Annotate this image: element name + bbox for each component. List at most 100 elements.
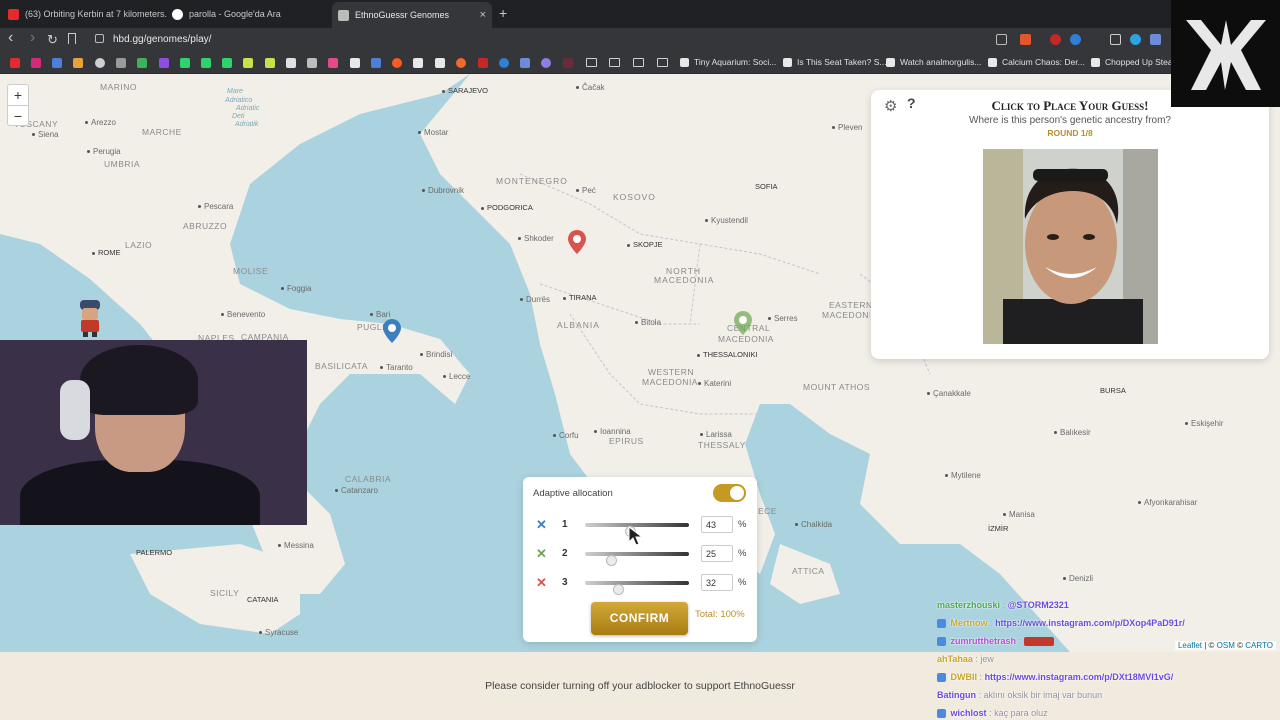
bookmark-icon[interactable] <box>350 58 360 68</box>
map-label: Dubrovnik <box>422 186 464 195</box>
allocation-input[interactable]: 32 <box>701 574 733 591</box>
bookmark-icon[interactable] <box>180 58 190 68</box>
chat-message: ahTahaa : jew <box>937 654 994 664</box>
extension-icon[interactable] <box>1050 34 1061 45</box>
slider-thumb[interactable] <box>613 584 625 595</box>
bookmark-icon[interactable] <box>499 58 509 68</box>
tab-youtube[interactable]: (63) Orbiting Kerbin at 7 kilometers. <box>8 3 168 25</box>
tab-ethnoguessr[interactable]: EthnoGuessr Genomes × <box>332 2 492 28</box>
bookmark-icon[interactable] <box>10 58 20 68</box>
bookmark-icon[interactable] <box>243 58 253 68</box>
bookmark-seat-taken[interactable]: Is This Seat Taken? S... <box>783 57 886 67</box>
brave-shield-icon[interactable] <box>1020 34 1031 45</box>
tab-google-search[interactable]: parolla - Google'da Ara <box>172 3 332 25</box>
bookmark-icon[interactable] <box>371 58 381 68</box>
allocation-input[interactable]: 25 <box>701 545 733 562</box>
bookmark-icon[interactable] <box>307 58 317 68</box>
folder-icon[interactable] <box>609 58 620 67</box>
bookmark-icon[interactable] <box>52 58 62 68</box>
adaptive-allocation-toggle[interactable] <box>713 484 746 502</box>
bookmark-icon[interactable] <box>73 58 83 68</box>
map-label: Syracuse <box>259 628 298 637</box>
guess-pin-2[interactable] <box>733 310 753 336</box>
bookmark-chopped-up[interactable]: Chopped Up Steam <box>1091 57 1180 67</box>
extension-icon[interactable] <box>1150 34 1161 45</box>
map-label: Çanakkale <box>927 389 971 398</box>
map-label: ROME <box>92 248 121 257</box>
allocation-row: ✕ 3 32 % <box>523 574 757 595</box>
zoom-in-button[interactable]: + <box>8 85 28 105</box>
bookmark-icon[interactable] <box>478 58 488 68</box>
map-label: THESSALY <box>698 440 746 450</box>
remove-guess-icon[interactable]: ✕ <box>536 575 547 591</box>
allocation-slider[interactable] <box>585 552 689 566</box>
bookmark-icon[interactable] <box>520 58 530 68</box>
forward-icon[interactable]: › <box>30 29 35 47</box>
map-label: Catanzaro <box>335 486 378 495</box>
site-info-icon[interactable] <box>95 34 104 43</box>
streamer-avatar-icon <box>80 300 100 337</box>
bookmark-icon[interactable] <box>68 33 76 44</box>
bookmark-icon[interactable] <box>159 58 169 68</box>
bookmark-icon[interactable] <box>563 58 573 68</box>
bookmark-icon[interactable] <box>137 58 147 68</box>
bookmark-watch[interactable]: Watch analmorgulis... <box>886 57 981 67</box>
remove-guess-icon[interactable]: ✕ <box>536 517 547 533</box>
extension-icon[interactable] <box>1110 34 1121 45</box>
guess-index: 2 <box>562 548 568 559</box>
guess-pin-1[interactable] <box>382 318 402 344</box>
map-label: Corfu <box>553 431 579 440</box>
guess-pin-3[interactable] <box>567 229 587 255</box>
bookmark-icon[interactable] <box>435 58 445 68</box>
chat-message: DWBII : https://www.instagram.com/p/DXt1… <box>937 672 1173 683</box>
chat-username: zumrutthetrash <box>950 636 1017 646</box>
map-label: Durrës <box>520 295 550 304</box>
zoom-out-button[interactable]: − <box>8 105 28 125</box>
bookmark-icon[interactable] <box>456 58 466 68</box>
bookmark-icon[interactable] <box>116 58 126 68</box>
confirm-button[interactable]: CONFIRM <box>591 602 688 635</box>
bookmark-tiny-aquarium[interactable]: Tiny Aquarium: Soci... <box>680 57 776 67</box>
share-icon[interactable] <box>996 34 1007 45</box>
percent-label: % <box>738 548 747 559</box>
map-label: MARINO <box>100 82 137 92</box>
folder-icon[interactable] <box>586 58 597 67</box>
folder-icon[interactable] <box>657 58 668 67</box>
bookmark-icon[interactable] <box>222 58 232 68</box>
chat-username: DWBII <box>950 672 978 682</box>
url-field[interactable]: hbd.gg/genomes/play/ <box>113 34 211 45</box>
bookmark-icon[interactable] <box>265 58 275 68</box>
map-label: MACEDONIA <box>642 377 698 387</box>
allocation-slider[interactable] <box>585 581 689 595</box>
map-label: Messina <box>278 541 314 550</box>
back-icon[interactable]: ‹ <box>8 29 13 47</box>
bookmark-icon[interactable] <box>392 58 402 68</box>
bookmark-icon[interactable] <box>31 58 41 68</box>
bookmark-calcium-chaos[interactable]: Calcium Chaos: Der... <box>988 57 1085 67</box>
tab-title: EthnoGuessr Genomes <box>355 10 450 20</box>
map-label: CATANIA <box>247 595 279 604</box>
extension-icon[interactable] <box>1130 34 1141 45</box>
bookmark-icon[interactable] <box>541 58 551 68</box>
allocation-input[interactable]: 43 <box>701 516 733 533</box>
slider-thumb[interactable] <box>606 555 617 566</box>
bookmark-icon[interactable] <box>201 58 211 68</box>
allocation-row: ✕ 2 25 % <box>523 545 757 566</box>
new-tab-button[interactable]: + <box>499 5 507 21</box>
bookmark-icon[interactable] <box>328 58 338 68</box>
guess-index: 3 <box>562 577 568 588</box>
extension-icon[interactable] <box>1070 34 1081 45</box>
sea-label: Adriatic <box>236 105 260 112</box>
reload-icon[interactable]: ↻ <box>47 32 58 48</box>
emote-icon <box>1023 637 1054 647</box>
remove-guess-icon[interactable]: ✕ <box>536 546 547 562</box>
steam-icon <box>783 57 792 67</box>
address-bar: ‹ › ↻ hbd.gg/genomes/play/ <box>0 28 1280 52</box>
bookmark-icon[interactable] <box>95 58 105 68</box>
close-tab-icon[interactable]: × <box>480 9 486 21</box>
folder-icon[interactable] <box>633 58 644 67</box>
map-label: Pleven <box>832 123 862 132</box>
bookmarks-bar: Tiny Aquarium: Soci... Is This Seat Take… <box>0 52 1280 74</box>
bookmark-icon[interactable] <box>413 58 423 68</box>
bookmark-icon[interactable] <box>286 58 296 68</box>
